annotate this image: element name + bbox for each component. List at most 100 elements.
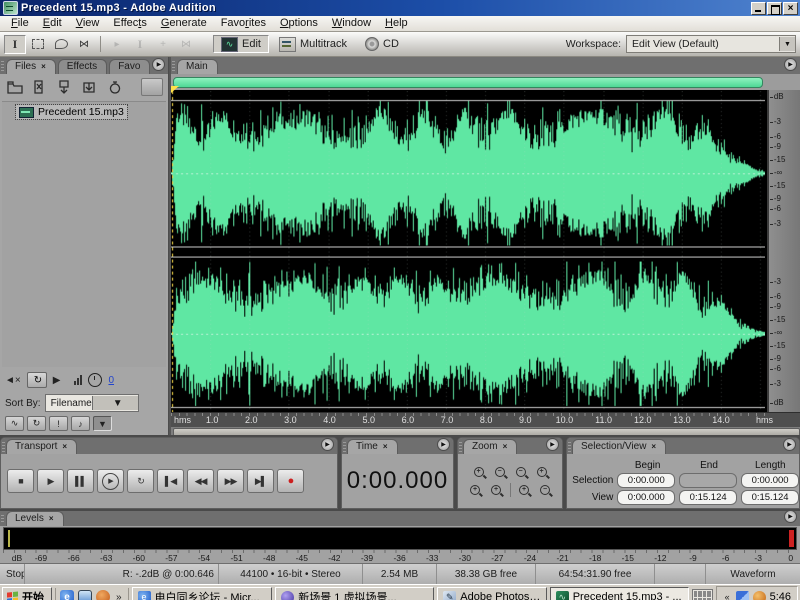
zoom-out-full-both-axes-button[interactable]: − [511,464,530,480]
filter-eye-button[interactable]: ▼ [93,416,112,431]
zoom-in-vertically-button[interactable]: + [515,482,534,498]
amplitude-ruler[interactable]: dB-3-3-6-6-9-9-15-15-∞-3-3-6-6-9-9-15-15… [767,90,800,412]
selection-field[interactable]: 0:00.000 [741,473,799,488]
tab-transport[interactable]: Transport× [6,439,77,454]
zoom-navigation-bar[interactable] [173,77,763,88]
zoom-in-to-left-edge-button[interactable]: + [466,482,485,498]
record-timer-button[interactable] [105,78,125,96]
clip-indicator[interactable] [789,530,794,547]
menu-window[interactable]: Window [325,16,378,31]
file-item-selected[interactable]: Precedent 15.mp3 [16,105,127,119]
scrollbar-thumb[interactable] [173,428,800,435]
close-icon[interactable]: × [62,443,67,451]
timeline-ruler[interactable]: hms1.02.03.04.05.06.07.08.09.010.011.012… [171,412,800,427]
loop-play-button[interactable]: ↻ [27,372,47,388]
panel-menu-icon[interactable]: ▶ [546,438,559,451]
tab-zoom[interactable]: Zoom× [463,439,517,454]
close-button[interactable]: × [783,2,798,15]
tray-chevron-icon[interactable]: « [723,592,732,600]
overflow-chevron-icon[interactable]: » [114,592,124,600]
options-button[interactable] [115,416,134,431]
view-field[interactable]: 0:15.124 [679,490,737,505]
zoom-out-horizontally-button[interactable]: − [490,464,509,480]
tab-time[interactable]: Time× [347,439,398,454]
close-icon[interactable]: × [41,63,46,71]
sort-by-select[interactable]: Filename ▼ [45,394,139,412]
insert-into-cd-project-button[interactable] [80,78,100,96]
show-desktop-icon[interactable] [78,590,92,600]
zoom-to-selection-button[interactable]: + [532,464,551,480]
tab-levels[interactable]: Levels× [6,511,64,526]
fast-forward-button[interactable]: ▶▶ [217,469,244,493]
preview-duration-value[interactable]: 0 [108,375,114,386]
auto-play-speaker-icon[interactable]: ◄× [5,375,21,386]
advanced-options-button[interactable] [141,78,163,96]
rewind-button[interactable]: ◀◀ [187,469,214,493]
internet-explorer-icon[interactable]: e [60,590,74,600]
go-to-beginning-button[interactable]: ▌◀ [157,469,184,493]
go-to-end-button[interactable]: ▶▌ [247,469,274,493]
scrub-tool-button[interactable]: ⋈ [73,35,95,54]
panel-menu-icon[interactable]: ▶ [784,58,797,71]
menu-options[interactable]: Options [273,16,325,31]
selection-field[interactable] [679,473,737,488]
record-button[interactable]: ● [277,469,304,493]
zoom-in-horizontally-button[interactable]: + [469,464,488,480]
horizontal-scrollbar[interactable] [171,427,800,435]
network-tray-icon[interactable] [736,591,749,600]
tab-files[interactable]: Files× [6,59,56,74]
input-method-keyboard-icon[interactable] [692,589,713,600]
edit-view-button[interactable]: ∿ Edit [213,35,269,53]
marquee-selection-tool-button[interactable] [27,35,49,54]
zoom-in-to-right-edge-button[interactable]: + [487,482,506,498]
pause-button[interactable]: ▌▌ [67,469,94,493]
zoom-out-vertically-button[interactable]: − [536,482,555,498]
preview-play-button[interactable]: ▶ [53,375,61,386]
menu-favorites[interactable]: Favorites [214,16,273,31]
chevron-down-icon[interactable]: ▼ [779,37,795,51]
panel-menu-icon[interactable]: ▶ [437,438,450,451]
volume-bars-icon[interactable] [74,375,82,385]
file-list[interactable]: Precedent 15.mp3 [2,101,166,367]
panel-menu-icon[interactable]: ▶ [783,438,796,451]
multitrack-view-button[interactable]: Multitrack [271,35,355,53]
show-loop-files-button[interactable]: ↻ [27,416,46,431]
menu-edit[interactable]: Edit [36,16,69,31]
close-file-button[interactable] [30,78,50,96]
task-scene-app[interactable]: 新场景 1 虚拟场景... [275,587,434,600]
close-icon[interactable]: × [49,515,54,523]
menu-help[interactable]: Help [378,16,415,31]
close-icon[interactable]: × [503,443,508,451]
level-meter[interactable] [3,527,797,550]
waveform-canvas[interactable] [171,91,765,412]
tab-favo[interactable]: Favo [109,59,150,74]
panel-menu-icon[interactable]: ▶ [152,58,165,71]
workspace-select[interactable]: Edit View (Default) ▼ [626,35,796,53]
menu-generate[interactable]: Generate [154,16,214,31]
minimize-button[interactable] [751,2,766,15]
tab-main[interactable]: Main [177,59,218,74]
loop-play-button[interactable]: ↻ [127,469,154,493]
tab-effects[interactable]: Effects [58,59,107,74]
menu-view[interactable]: View [69,16,107,31]
open-file-button[interactable] [5,78,25,96]
close-icon[interactable]: × [651,443,656,451]
insert-into-multitrack-button[interactable] [55,78,75,96]
time-selection-tool-button[interactable]: I [4,35,26,54]
task-photoshop[interactable]: ✎Adobe Photoshop [437,587,546,600]
close-icon[interactable]: × [383,443,388,451]
chevron-down-icon[interactable]: ▼ [92,396,138,410]
cd-view-button[interactable]: CD [357,35,407,53]
lasso-selection-tool-button[interactable] [50,35,72,54]
task-internet-explorer[interactable]: e电白同乡论坛 - Micr... [132,587,273,600]
tab-selectionview[interactable]: Selection/View× [572,439,666,454]
task-audition[interactable]: ∿Precedent 15.mp3 - ... [550,587,689,600]
view-field[interactable]: 0:15.124 [741,490,799,505]
preview-time-icon[interactable] [88,373,102,387]
show-midi-files-button[interactable]: ♪ [71,416,90,431]
playhead-marker-icon[interactable] [171,86,179,93]
menu-effects[interactable]: Effects [106,16,153,31]
panel-menu-icon[interactable]: ▶ [784,510,797,523]
menu-file[interactable]: File [4,16,36,31]
stop-button[interactable]: ■ [7,469,34,493]
